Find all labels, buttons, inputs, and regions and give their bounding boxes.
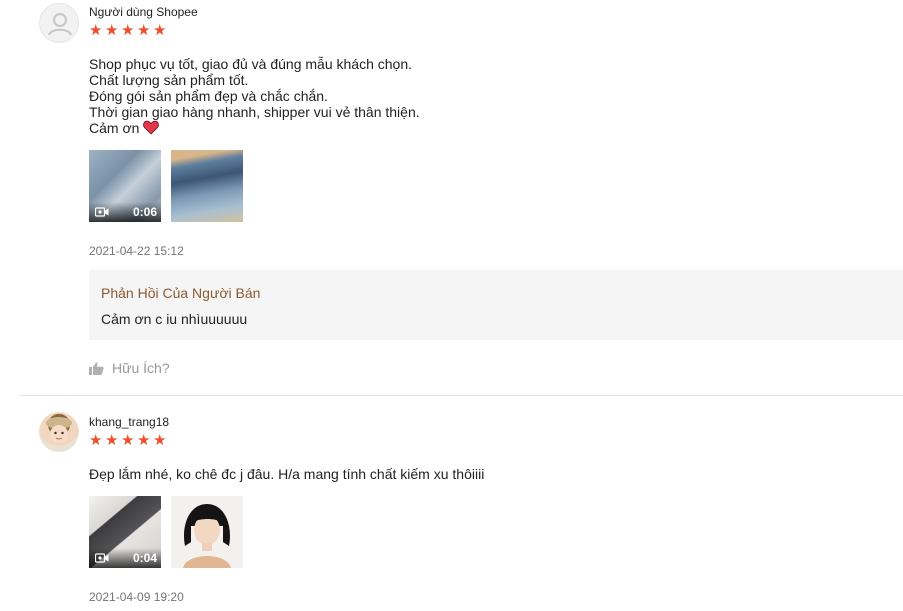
seller-reply-text: Cảm ơn c iu nhìuuuuuu	[101, 311, 248, 327]
rating-stars: ★ ★ ★ ★ ★	[89, 432, 168, 449]
seller-reply-box: Phản Hồi Của Người Bán Cảm ơn c iu nhìuu…	[89, 270, 903, 340]
heart-emoji-icon	[143, 120, 160, 135]
review-comment: Đẹp lắm nhé, ko chê đc j đâu. H/a mang t…	[89, 466, 484, 482]
comment-line-text: Cảm ơn	[89, 120, 140, 136]
helpful-button[interactable]: Hữu Ích?	[89, 360, 170, 376]
user-photo-avatar	[46, 417, 72, 443]
star-icon: ★	[105, 22, 119, 39]
review-username[interactable]: Người dùng Shopee	[89, 5, 198, 19]
review-item: khang_trang18 ★ ★ ★ ★ ★ Đẹp lắm nhé, ko …	[0, 396, 903, 611]
star-icon: ★	[121, 432, 135, 449]
comment-line: Chất lượng sản phẩm tốt.	[89, 72, 249, 88]
comment-line-last: Cảm ơn	[89, 120, 420, 136]
video-info-bar: 0:04	[89, 548, 161, 568]
star-icon: ★	[105, 432, 119, 449]
user-avatar[interactable]	[39, 412, 79, 452]
review-item: Người dùng Shopee ★ ★ ★ ★ ★ Shop phục vụ…	[0, 0, 903, 395]
comment-line: Shop phục vụ tốt, giao đủ và đúng mẫu kh…	[89, 56, 413, 72]
portrait-photo	[171, 496, 243, 568]
review-video-thumbnail[interactable]: 0:06	[89, 150, 161, 222]
review-video-thumbnail[interactable]: 0:04	[89, 496, 161, 568]
comment-line: Thời gian giao hàng nhanh, shipper vui v…	[89, 104, 420, 120]
review-time: 2021-04-09 19:20	[89, 590, 184, 604]
user-avatar[interactable]	[39, 3, 79, 43]
star-icon: ★	[137, 22, 151, 39]
star-icon: ★	[153, 432, 167, 449]
rating-stars: ★ ★ ★ ★ ★	[89, 22, 168, 39]
video-camera-icon	[95, 553, 109, 563]
review-username[interactable]: khang_trang18	[89, 415, 169, 429]
helpful-label: Hữu Ích?	[112, 360, 170, 376]
thumbs-up-icon	[89, 362, 104, 375]
star-icon: ★	[89, 22, 103, 39]
review-image-thumbnail[interactable]	[171, 150, 243, 222]
review-time: 2021-04-22 15:12	[89, 244, 184, 258]
star-icon: ★	[137, 432, 151, 449]
comment-line: Đóng gói sản phẩm đẹp và chắc chắn.	[89, 88, 328, 104]
video-camera-icon	[95, 207, 109, 217]
video-duration: 0:06	[132, 205, 157, 219]
star-icon: ★	[153, 22, 167, 39]
review-comment: Shop phục vụ tốt, giao đủ và đúng mẫu kh…	[89, 56, 420, 136]
review-media: 0:06	[89, 150, 243, 222]
video-duration: 0:04	[132, 551, 157, 565]
star-icon: ★	[121, 22, 135, 39]
seller-reply-title: Phản Hồi Của Người Bán	[101, 285, 261, 301]
review-image-thumbnail[interactable]	[171, 496, 243, 568]
star-icon: ★	[89, 432, 103, 449]
review-media: 0:04	[89, 496, 243, 568]
default-user-icon	[48, 13, 72, 36]
video-info-bar: 0:06	[89, 202, 161, 222]
comment-line: Đẹp lắm nhé, ko chê đc j đâu. H/a mang t…	[89, 466, 485, 482]
